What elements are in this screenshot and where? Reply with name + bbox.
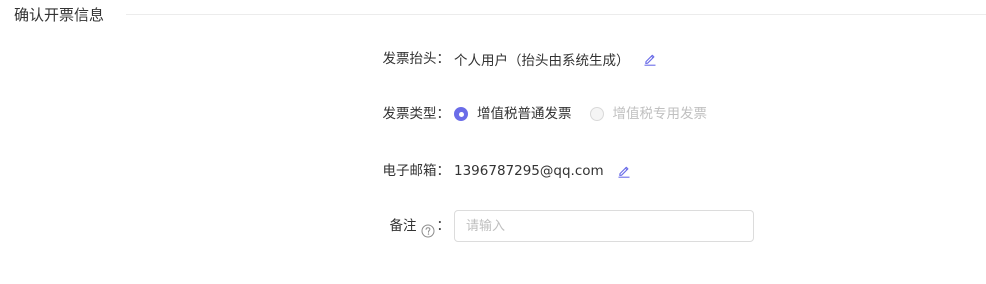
invoice-title-label-text: 发票抬头 <box>382 51 437 67</box>
invoice-type-label-text: 发票类型 <box>382 106 437 122</box>
email-row: 电子邮箱： 1396787295@qq.com <box>0 155 986 187</box>
invoice-type-radio-group: 增值税普通发票 增值税专用发票 <box>454 98 725 130</box>
invoice-title-value-wrap: 个人用户（抬头由系统生成） <box>454 43 658 75</box>
email-label-colon: ： <box>436 163 451 179</box>
remark-label: 备注 ： <box>340 210 450 242</box>
invoice-title-row: 发票抬头： 个人用户（抬头由系统生成） <box>0 43 986 75</box>
radio-special-invoice-label: 增值税专用发票 <box>612 106 708 122</box>
email-edit-button[interactable] <box>616 163 632 179</box>
remark-label-colon: ： <box>436 218 451 234</box>
invoice-title-edit-button[interactable] <box>642 51 658 67</box>
remark-input[interactable] <box>454 210 754 242</box>
radio-checked-icon <box>454 107 468 121</box>
radio-general-invoice[interactable]: 增值税普通发票 <box>454 104 572 124</box>
section-divider <box>126 14 986 15</box>
remark-label-text: 备注 <box>389 218 417 234</box>
radio-general-invoice-label: 增值税普通发票 <box>477 106 572 122</box>
invoice-title-label-colon: ： <box>436 51 451 67</box>
email-value: 1396787295@qq.com <box>454 163 604 179</box>
radio-special-invoice: 增值税专用发票 <box>589 104 708 124</box>
question-circle-icon[interactable] <box>421 218 435 238</box>
email-value-wrap: 1396787295@qq.com <box>454 155 632 187</box>
email-label: 电子邮箱： <box>340 155 451 187</box>
invoice-title-label: 发票抬头： <box>340 43 451 75</box>
invoice-type-row: 发票类型： 增值税普通发票 增值税专用发票 <box>0 98 986 130</box>
radio-disabled-icon <box>589 107 604 121</box>
section-header: 确认开票信息 <box>0 0 986 30</box>
email-label-text: 电子邮箱 <box>382 163 437 179</box>
invoice-type-label: 发票类型： <box>340 98 451 130</box>
pencil-edit-icon <box>618 166 630 178</box>
section-title: 确认开票信息 <box>14 6 105 24</box>
remark-row: 备注 ： <box>0 210 986 242</box>
pencil-edit-icon <box>644 54 655 66</box>
invoice-type-label-colon: ： <box>436 106 451 122</box>
invoice-title-value: 个人用户（抬头由系统生成） <box>454 53 630 69</box>
